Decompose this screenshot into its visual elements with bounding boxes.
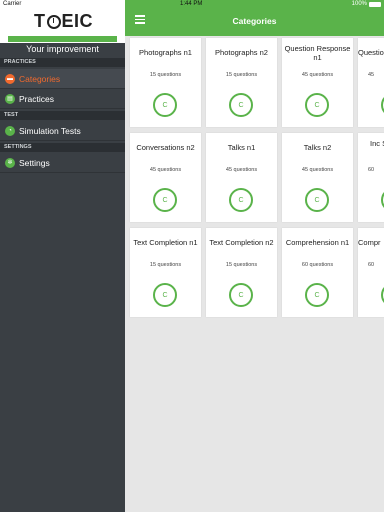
category-card[interactable]: Photographs n1 15 questions C — [130, 38, 201, 127]
sidebar: T EIC Your improvement PRACTICES ▬ Catego… — [0, 0, 125, 512]
carrier-label: Carrier — [3, 1, 22, 7]
sidebar-item-label: Practices — [19, 93, 54, 104]
category-card[interactable]: Comprehension n1 60 questions C — [282, 228, 353, 317]
grade-ring: C — [305, 283, 329, 307]
page-title: Categories — [232, 16, 277, 26]
card-title: Inc Sent — [370, 139, 384, 148]
grade-ring: C — [229, 93, 253, 117]
sidebar-item-simulation-tests[interactable]: ◔ Simulation Tests — [0, 121, 125, 141]
grade-ring: C — [153, 188, 177, 212]
card-question-count: 60 — [368, 167, 375, 173]
card-title: Photographs n2 — [215, 48, 268, 57]
card-question-count: 15 questions — [225, 72, 258, 78]
gear-icon: ✲ — [5, 157, 15, 168]
section-header-settings: SETTINGS — [0, 143, 125, 152]
battery-status: 100% — [352, 1, 381, 7]
card-title: Photographs n1 — [139, 48, 192, 57]
card-title: Question Response n1 — [284, 44, 351, 62]
folder-icon: ▬ — [5, 73, 15, 84]
section-header-practices: PRACTICES — [0, 58, 125, 67]
category-card[interactable]: Photographs n2 15 questions C — [206, 38, 277, 127]
clipboard-icon: ▤ — [5, 93, 15, 104]
category-card[interactable]: Conversations n2 45 questions C — [130, 133, 201, 222]
grade-ring: C — [229, 283, 253, 307]
sidebar-item-label: Simulation Tests — [19, 125, 81, 136]
card-title: Text Completion n1 — [133, 238, 198, 247]
card-question-count: 15 questions — [149, 72, 182, 78]
battery-percent: 100% — [351, 1, 367, 7]
card-question-count: 45 questions — [225, 167, 258, 173]
card-question-count: 45 questions — [301, 72, 334, 78]
categories-grid: Photographs n1 15 questions C Photograph… — [125, 36, 384, 512]
card-question-count: 45 questions — [149, 167, 182, 173]
card-title: Talks n2 — [303, 143, 332, 152]
grade-ring: C — [153, 93, 177, 117]
stopwatch-icon: ◔ — [5, 125, 15, 136]
card-question-count: 45 questions — [301, 167, 334, 173]
status-bar: Carrier 1:44 PM 100% — [0, 0, 384, 10]
sidebar-item-practices[interactable]: ▤ Practices — [0, 89, 125, 109]
sidebar-item-label: Categories — [19, 73, 61, 84]
card-question-count: 60 — [368, 262, 375, 268]
improvement-progress-bar — [8, 36, 117, 42]
card-title: Comprehension n1 — [285, 238, 350, 247]
battery-icon — [369, 1, 381, 7]
clock: 1:44 PM — [180, 1, 203, 7]
card-title: Talks n1 — [227, 143, 256, 152]
category-card[interactable]: Talks n2 45 questions C — [282, 133, 353, 222]
card-title: Question — [358, 48, 384, 57]
sidebar-item-settings[interactable]: ✲ Settings — [0, 153, 125, 173]
sidebar-item-categories[interactable]: ▬ Categories — [0, 69, 125, 89]
section-header-test: TEST — [0, 111, 125, 120]
stopwatch-logo-icon — [46, 14, 61, 29]
grade-ring: C — [229, 188, 253, 212]
category-card[interactable]: Talks n1 45 questions C — [206, 133, 277, 222]
card-question-count: 15 questions — [225, 262, 258, 268]
app-logo: T EIC — [34, 11, 94, 31]
grade-ring: C — [305, 188, 329, 212]
card-title: Text Completion n2 — [209, 238, 274, 247]
grade-ring: C — [305, 93, 329, 117]
category-card[interactable]: Question 45 C — [358, 38, 384, 127]
category-card[interactable]: Inc Sent 60 C — [358, 133, 384, 222]
grade-ring: C — [153, 283, 177, 307]
category-card[interactable]: Text Completion n2 15 questions C — [206, 228, 277, 317]
card-title: Conversations n2 — [136, 143, 195, 152]
card-title: Compr — [358, 238, 381, 247]
improvement-label: Your improvement — [0, 43, 125, 56]
card-question-count: 60 questions — [301, 262, 334, 268]
card-question-count: 45 — [368, 72, 375, 78]
category-card[interactable]: Text Completion n1 15 questions C — [130, 228, 201, 317]
sidebar-item-label: Settings — [19, 157, 50, 168]
card-question-count: 15 questions — [149, 262, 182, 268]
category-card[interactable]: Compr 60 C — [358, 228, 384, 317]
category-card[interactable]: Question Response n1 45 questions C — [282, 38, 353, 127]
